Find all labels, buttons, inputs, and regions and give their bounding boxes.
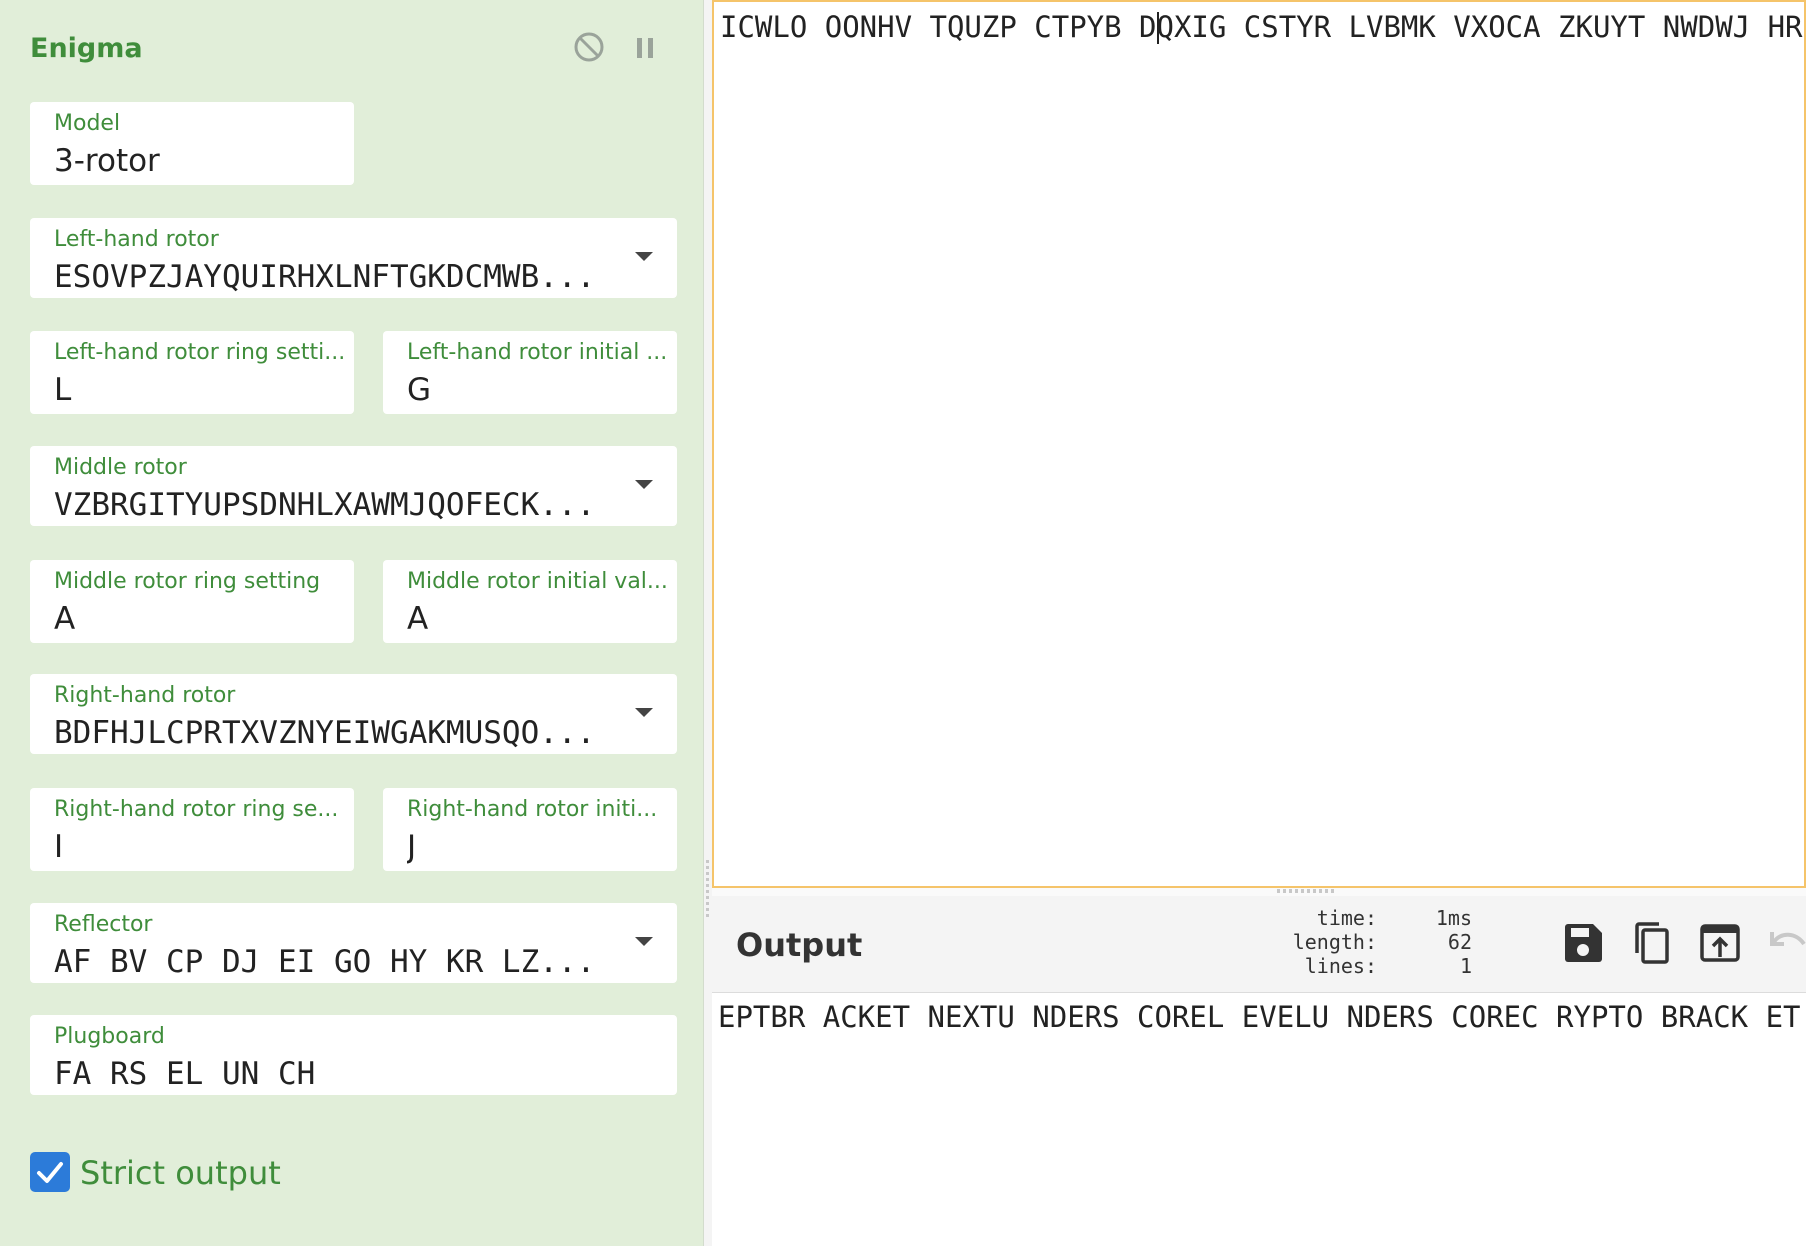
plugboard-value: FA RS EL UN CH — [54, 1056, 316, 1092]
text-cursor — [1157, 12, 1159, 44]
stat-time: time: 1ms — [1232, 906, 1482, 930]
chevron-down-icon — [635, 252, 653, 261]
horizontal-splitter[interactable] — [712, 888, 1806, 896]
stat-key: length: — [1292, 930, 1377, 954]
stat-value: 1ms — [1435, 906, 1472, 930]
right-rotor-initial-value: J — [407, 829, 417, 865]
right-rotor-select[interactable]: Right-hand rotor BDFHJLCPRTXVZNYEIWGAKMU… — [30, 674, 677, 754]
middle-rotor-label: Middle rotor — [54, 455, 187, 480]
drag-handle-icon[interactable] — [706, 860, 709, 920]
output-title: Output — [736, 926, 863, 964]
drag-handle-icon[interactable] — [1277, 889, 1337, 893]
middle-rotor-initial-label: Middle rotor initial val... — [407, 569, 668, 594]
save-icon[interactable] — [1560, 920, 1606, 966]
pause-icon[interactable] — [628, 30, 662, 64]
left-rotor-ring-value: L — [54, 372, 72, 408]
chevron-down-icon — [635, 708, 653, 717]
left-rotor-ring-field[interactable]: Left-hand rotor ring setti... L — [30, 331, 354, 414]
right-rotor-label: Right-hand rotor — [54, 683, 236, 708]
plugboard-field[interactable]: Plugboard FA RS EL UN CH — [30, 1015, 677, 1095]
checkbox-checked-icon[interactable] — [30, 1152, 70, 1192]
stat-value: 1 — [1459, 954, 1472, 978]
stat-key: lines: — [1304, 954, 1377, 978]
right-rotor-ring-value: I — [54, 829, 64, 865]
stat-lines: lines: 1 — [1232, 954, 1482, 978]
reflector-select[interactable]: Reflector AF BV CP DJ EI GO HY KR LZ... — [30, 903, 677, 983]
copy-icon[interactable] — [1628, 920, 1674, 966]
left-rotor-initial-label: Left-hand rotor initial ... — [407, 340, 668, 365]
stat-key: time: — [1316, 906, 1377, 930]
chevron-down-icon — [635, 480, 653, 489]
reflector-label: Reflector — [54, 912, 153, 937]
middle-rotor-ring-label: Middle rotor ring setting — [54, 569, 321, 594]
recipe-panel: Enigma Model 3-rotor Left-hand rotor ESO… — [0, 0, 704, 1246]
stat-length: length: 62 — [1232, 930, 1482, 954]
right-rotor-initial-label: Right-hand rotor initi... — [407, 797, 658, 822]
output-text[interactable]: EPTBR ACKET NEXTU NDERS COREL EVELU NDER… — [718, 1000, 1801, 1034]
left-rotor-label: Left-hand rotor — [54, 227, 219, 252]
left-rotor-initial-value: G — [407, 372, 432, 408]
input-text[interactable]: ICWLO OONHV TQUZP CTPYB DQXIG CSTYR LVBM… — [720, 10, 1803, 44]
strict-output-label: Strict output — [80, 1154, 281, 1192]
operation-title: Enigma — [30, 33, 143, 64]
stat-value: 62 — [1447, 930, 1472, 954]
left-rotor-ring-label: Left-hand rotor ring setti... — [54, 340, 346, 365]
output-header: Output time: 1ms length: 62 lines: 1 — [712, 896, 1806, 993]
input-textarea[interactable]: ICWLO OONHV TQUZP CTPYB DQXIG CSTYR LVBM… — [712, 0, 1806, 888]
model-field[interactable]: Model 3-rotor — [30, 102, 354, 185]
output-stats: time: 1ms length: 62 lines: 1 — [1232, 906, 1482, 978]
model-value: 3-rotor — [54, 143, 160, 179]
reflector-value: AF BV CP DJ EI GO HY KR LZ... — [54, 944, 596, 980]
middle-rotor-ring-field[interactable]: Middle rotor ring setting A — [30, 560, 354, 643]
right-rotor-ring-label: Right-hand rotor ring se... — [54, 797, 339, 822]
chevron-down-icon — [635, 937, 653, 946]
plugboard-label: Plugboard — [54, 1024, 165, 1049]
middle-rotor-value: VZBRGITYUPSDNHLXAWMJQOFECK... — [54, 487, 596, 523]
left-rotor-value: ESOVPZJAYQUIRHXLNFTGKDCMWB... — [54, 259, 596, 295]
middle-rotor-initial-field[interactable]: Middle rotor initial val... A — [383, 560, 677, 643]
undo-icon[interactable] — [1762, 920, 1806, 966]
left-rotor-select[interactable]: Left-hand rotor ESOVPZJAYQUIRHXLNFTGKDCM… — [30, 218, 677, 298]
left-rotor-initial-field[interactable]: Left-hand rotor initial ... G — [383, 331, 677, 414]
right-rotor-initial-field[interactable]: Right-hand rotor initi... J — [383, 788, 677, 871]
middle-rotor-select[interactable]: Middle rotor VZBRGITYUPSDNHLXAWMJQOFECK.… — [30, 446, 677, 526]
right-rotor-value: BDFHJLCPRTXVZNYEIWGAKMUSQO... — [54, 715, 596, 751]
middle-rotor-initial-value: A — [407, 601, 429, 637]
disable-icon[interactable] — [572, 30, 606, 64]
right-rotor-ring-field[interactable]: Right-hand rotor ring se... I — [30, 788, 354, 871]
model-label: Model — [54, 111, 121, 136]
replace-input-icon[interactable] — [1697, 920, 1743, 966]
vertical-splitter[interactable] — [704, 0, 712, 1246]
middle-rotor-ring-value: A — [54, 601, 76, 637]
